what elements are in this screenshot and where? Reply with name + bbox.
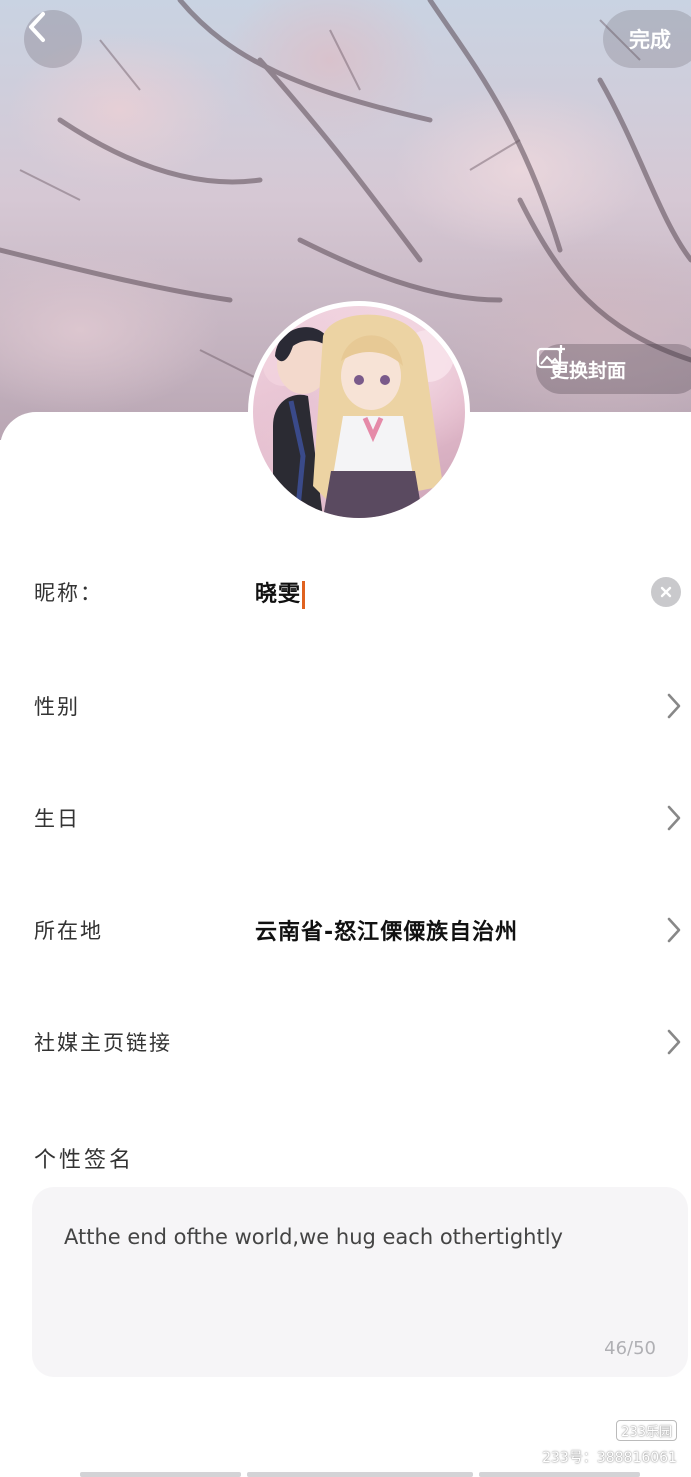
chevron-right-icon <box>667 917 681 943</box>
nickname-value: 晓雯 <box>255 581 302 607</box>
close-icon <box>660 586 672 598</box>
watermark-logo: 233乐园 <box>616 1420 677 1441</box>
image-plus-icon <box>536 345 565 369</box>
birthday-row[interactable]: 生日 <box>0 762 691 874</box>
signature-textarea[interactable]: Atthe end ofthe world,we hug each othert… <box>32 1187 688 1377</box>
done-label: 完成 <box>629 28 671 52</box>
birthday-label: 生日 <box>34 807 80 831</box>
chevron-right-icon <box>667 693 681 719</box>
watermark: 233乐园 233号：388816061 <box>542 1420 677 1467</box>
change-cover-button[interactable]: 更换封面 <box>536 344 691 394</box>
done-button[interactable]: 完成 <box>603 10 691 68</box>
nickname-input[interactable]: 晓雯 <box>255 576 306 609</box>
bottom-bar <box>247 1472 473 1477</box>
location-label: 所在地 <box>34 919 103 943</box>
clear-nickname-button[interactable] <box>651 577 681 607</box>
watermark-id: 233号：388816061 <box>542 1450 677 1466</box>
signature-char-count: 46/50 <box>604 1338 656 1359</box>
bottom-bar <box>478 1472 640 1477</box>
gender-label: 性别 <box>34 695 80 719</box>
anime-couple-avatar <box>263 314 454 518</box>
location-row[interactable]: 所在地 云南省-怒江傈僳族自治州 <box>0 874 691 986</box>
chevron-right-icon <box>667 1029 681 1055</box>
location-value: 云南省-怒江傈僳族自治州 <box>255 920 519 945</box>
social-link-label: 社媒主页链接 <box>34 1031 172 1055</box>
avatar[interactable] <box>248 301 470 523</box>
bottom-edge-bars <box>80 1472 640 1477</box>
bottom-bar <box>80 1472 242 1477</box>
text-caret <box>302 580 306 609</box>
signature-text: Atthe end ofthe world,we hug each othert… <box>64 1225 563 1249</box>
chevron-left-icon <box>29 12 45 42</box>
social-link-row[interactable]: 社媒主页链接 <box>0 986 691 1098</box>
nickname-label: 昵称： <box>34 581 103 605</box>
nickname-row[interactable]: 昵称： 晓雯 <box>0 536 691 648</box>
chevron-right-icon <box>667 805 681 831</box>
back-button[interactable] <box>24 10 82 68</box>
signature-title: 个性签名 <box>34 1148 135 1173</box>
gender-row[interactable]: 性别 <box>0 650 691 762</box>
